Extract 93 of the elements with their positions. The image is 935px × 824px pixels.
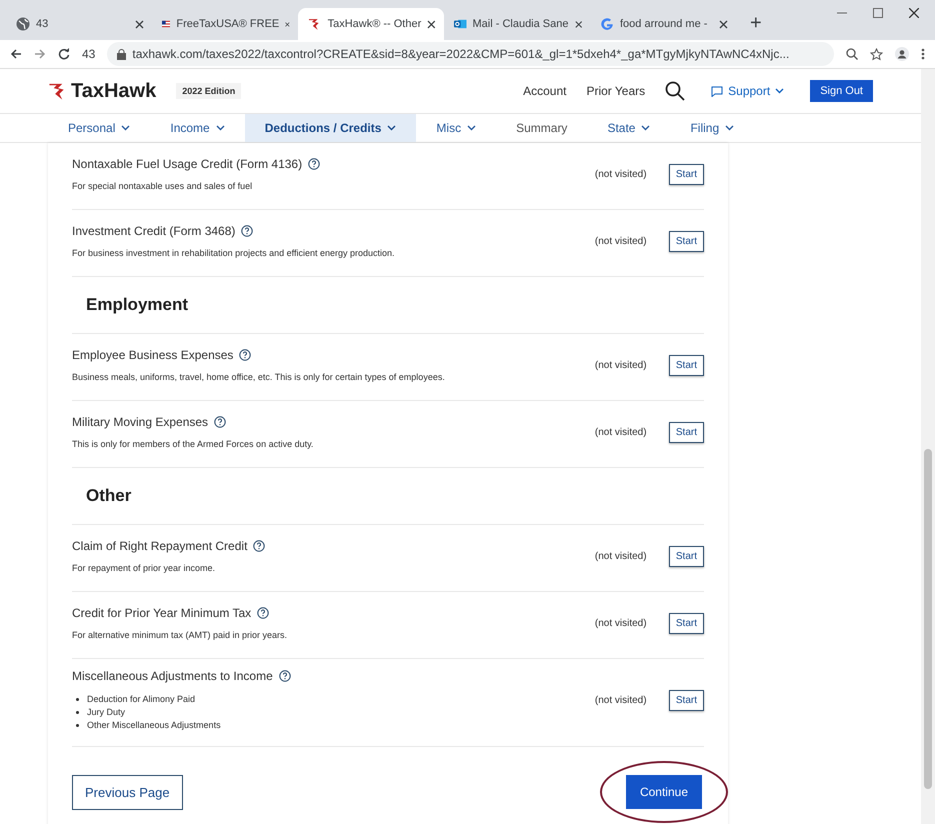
status-text: (not visited) — [594, 168, 648, 180]
item-description: For business investment in rehabilitation projects and efficient energy production. — [72, 248, 396, 258]
status-text: (not visited) — [594, 550, 648, 562]
close-icon[interactable] — [719, 20, 728, 28]
start-button[interactable]: Start — [668, 230, 704, 252]
chevron-down-icon — [775, 88, 784, 94]
item-description: Business meals, uniforms, travel, home office, etc. This is only for certain types of employees. — [72, 372, 446, 382]
item-description: For alternative minimum tax (AMT) paid in prior years. — [72, 630, 288, 640]
edition-label: 2022 Edition — [176, 83, 242, 99]
help-icon[interactable] — [241, 225, 254, 237]
support-menu[interactable]: Support — [705, 83, 790, 99]
help-icon[interactable] — [253, 540, 266, 552]
search-icon[interactable] — [846, 48, 858, 60]
new-tab-button[interactable]: + — [744, 11, 768, 36]
search-icon[interactable] — [665, 81, 686, 101]
sign-out-button[interactable]: Sign Out — [810, 80, 873, 102]
reload-icon[interactable] — [58, 48, 70, 60]
maximize-icon[interactable] — [873, 8, 883, 18]
bullet-text: Deduction for Alimony Paid — [87, 693, 196, 706]
browser-tab[interactable]: FreeTaxUSA® FREE — [152, 8, 298, 40]
close-icon[interactable] — [285, 20, 290, 28]
menu-icon[interactable] — [921, 48, 925, 60]
close-icon[interactable] — [135, 20, 144, 28]
item-title: Employee Business Expenses — [72, 348, 234, 362]
status-text: (not visited) — [594, 695, 648, 706]
globe-icon — [16, 17, 30, 31]
chevron-down-icon — [725, 125, 734, 131]
continue-button[interactable]: Continue — [626, 775, 702, 809]
nav-tab[interactable]: Filing — [670, 114, 754, 142]
tab-count-label: 43 — [82, 47, 96, 61]
item-title: Investment Credit (Form 3468) — [72, 224, 236, 238]
nav-tab[interactable]: Deductions / Credits — [244, 114, 416, 142]
help-icon[interactable] — [257, 607, 270, 619]
section-heading: Employment — [72, 277, 704, 334]
status-text: (not visited) — [594, 360, 648, 370]
nav-tab[interactable]: State — [587, 114, 670, 142]
item-title: Miscellaneous Adjustments to Income — [72, 669, 273, 683]
item-description: For repayment of prior year income. — [72, 563, 216, 573]
item-description: For special nontaxable uses and sales of fuel — [72, 181, 254, 191]
back-icon[interactable] — [10, 48, 22, 60]
item-title: Military Moving Expenses — [72, 415, 208, 429]
close-icon[interactable] — [427, 20, 436, 28]
chevron-down-icon — [121, 125, 130, 131]
help-icon[interactable] — [214, 416, 226, 428]
mail-icon — [454, 17, 466, 31]
star-icon[interactable] — [870, 48, 883, 60]
g-logo-icon — [600, 17, 614, 31]
logo-text: TaxHawk — [71, 80, 156, 102]
header-link[interactable]: Account — [523, 84, 566, 98]
chevron-down-icon — [467, 125, 476, 131]
nav-tab[interactable]: Income — [150, 114, 245, 142]
help-icon[interactable] — [278, 670, 291, 682]
browser-tab[interactable]: food arround me - — [590, 8, 736, 40]
start-button[interactable]: Start — [668, 354, 704, 376]
address-field[interactable]: taxhawk.com/taxes2022/taxcontrol?CREATE&sid=8&year=2022&CMP=601&_gl=1*5dxeh4*_ga*MTgyMjkyNTAwNC4xNjc... — [107, 42, 834, 66]
forward-icon[interactable] — [34, 48, 46, 60]
profile-icon[interactable] — [895, 47, 909, 61]
section-heading: Other — [72, 468, 704, 525]
browser-tab[interactable]: 43 — [6, 8, 152, 40]
chat-icon — [711, 86, 724, 96]
chevron-down-icon — [216, 125, 225, 131]
chevron-down-icon — [641, 125, 650, 131]
browser-tab[interactable]: Mail - Claudia Sane — [444, 8, 590, 40]
bullet-text: Other Miscellaneous Adjustments — [87, 719, 221, 732]
start-button[interactable]: Start — [668, 546, 704, 566]
item-title: Claim of Right Repayment Credit — [72, 539, 248, 553]
browser-tab[interactable]: TaxHawk® -- Other — [298, 8, 444, 40]
nav-tab[interactable]: Summary — [496, 114, 588, 142]
bullet-text: Jury Duty — [87, 706, 126, 719]
help-icon[interactable] — [239, 349, 252, 361]
header-link[interactable]: Prior Years — [586, 84, 646, 98]
status-text: (not visited) — [594, 618, 648, 628]
bullet-icon — [76, 724, 79, 727]
help-icon[interactable] — [308, 158, 320, 170]
chevron-down-icon — [387, 125, 396, 131]
status-text: (not visited) — [594, 426, 648, 438]
nav-tab[interactable]: Personal — [48, 114, 150, 142]
start-button[interactable]: Start — [668, 422, 704, 442]
item-title: Nontaxable Fuel Usage Credit (Form 4136) — [72, 157, 302, 171]
flag-icon — [162, 18, 170, 30]
start-button[interactable]: Start — [668, 612, 704, 634]
bullet-icon — [76, 698, 79, 701]
item-description: This is only for members of the Armed Forces on active duty. — [72, 439, 314, 449]
start-button[interactable]: Start — [668, 690, 704, 711]
close-icon[interactable] — [574, 20, 582, 28]
lock-icon — [117, 48, 126, 60]
start-button[interactable]: Start — [668, 164, 704, 184]
bullet-icon — [76, 711, 79, 714]
item-title: Credit for Prior Year Minimum Tax — [72, 606, 252, 620]
previous-page-button[interactable]: Previous Page — [72, 774, 183, 810]
status-text: (not visited) — [594, 236, 648, 246]
close-icon[interactable] — [909, 8, 919, 18]
nav-tab[interactable]: Misc — [416, 114, 496, 142]
